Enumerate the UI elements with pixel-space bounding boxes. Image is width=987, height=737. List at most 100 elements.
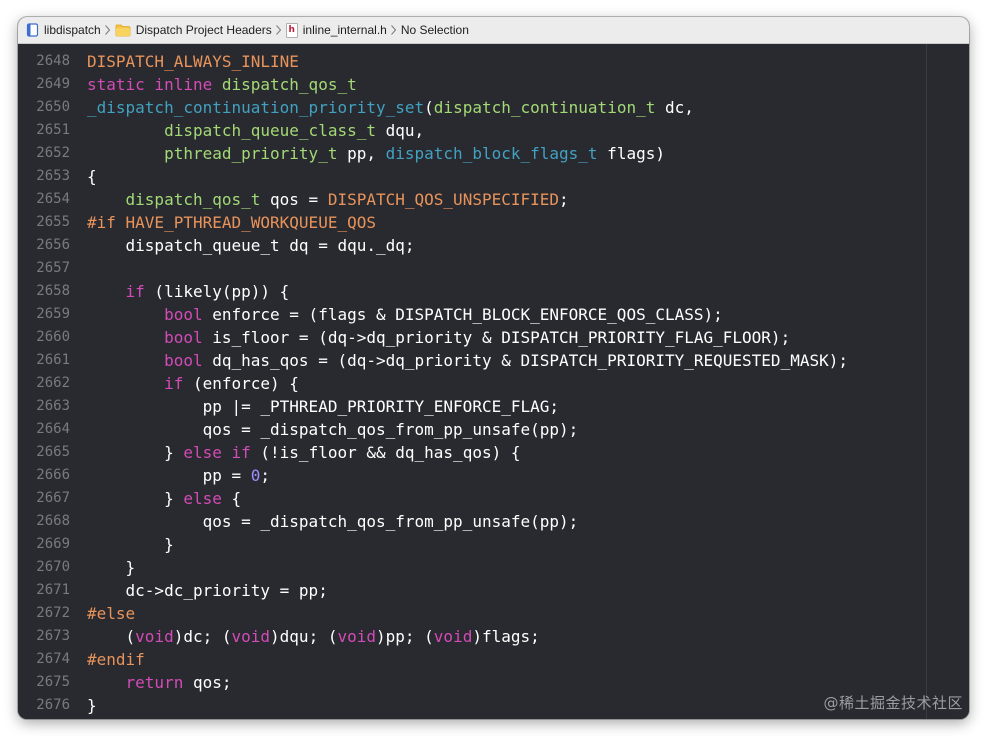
code-line[interactable]: 2660 bool is_floor = (dq->dq_priority & … [18, 326, 848, 349]
code-token: } [87, 535, 174, 554]
code-token: void [135, 627, 174, 646]
code-line[interactable]: 2666 pp = 0; [18, 464, 848, 487]
code-token: DISPATCH_QOS_UNSPECIFIED [327, 190, 560, 209]
jumpbar-item-group[interactable]: Dispatch Project Headers [115, 23, 272, 37]
line-number: 2676 [36, 697, 70, 713]
code-line[interactable]: 2668 qos = _dispatch_qos_from_pp_unsafe(… [18, 510, 848, 533]
jumpbar-item-label: Dispatch Project Headers [135, 23, 272, 37]
chevron-right-icon [104, 25, 110, 35]
code-token: dispatch_queue_t dq = dqu._dq; [87, 236, 415, 255]
code-text: pp = 0; [70, 464, 270, 487]
line-number: 2672 [36, 605, 70, 621]
code-line[interactable]: 2675 return qos; [18, 671, 848, 694]
code-line[interactable]: 2652 pthread_priority_t pp, dispatch_blo… [18, 142, 848, 165]
code-line[interactable]: 2649 static inline dispatch_qos_t [18, 73, 848, 96]
code-token: qos = [260, 190, 328, 209]
line-number: 2667 [36, 490, 70, 506]
code-token: pp, [337, 144, 386, 163]
code-line[interactable]: 2658 if (likely(pp)) { [18, 280, 848, 303]
code-line[interactable]: 2661 bool dq_has_qos = (dq->dq_priority … [18, 349, 848, 372]
code-token: { [221, 489, 242, 508]
line-number: 2663 [36, 398, 70, 414]
code-line[interactable]: 2664 qos = _dispatch_qos_from_pp_unsafe(… [18, 418, 848, 441]
code-token: is_floor = (dq->dq_priority & DISPATCH_P… [202, 328, 791, 347]
code-token: if [125, 282, 145, 301]
code-line[interactable]: 2655 #if HAVE_PTHREAD_WORKQUEUE_QOS [18, 211, 848, 234]
code-token: return [125, 673, 184, 692]
code-line[interactable]: 2659 bool enforce = (flags & DISPATCH_BL… [18, 303, 848, 326]
code-token: enforce = (flags & DISPATCH_BLOCK_ENFORC… [202, 305, 723, 324]
xcode-window: libdispatch Dispatch Project Headers h i… [18, 17, 969, 719]
line-number: 2668 [36, 513, 70, 529]
code-token: )pp; ( [376, 627, 434, 646]
line-number: 2670 [36, 559, 70, 575]
code-token: dispatch_block_flags_t [385, 144, 598, 163]
code-token: ; [559, 190, 569, 209]
code-text: #if HAVE_PTHREAD_WORKQUEUE_QOS [70, 211, 376, 234]
code-line[interactable]: 2671 dc->dc_priority = pp; [18, 579, 848, 602]
code-text: dispatch_queue_t dq = dqu._dq; [70, 234, 415, 257]
code-text: if (likely(pp)) { [70, 280, 290, 303]
jumpbar-item-selection[interactable]: No Selection [401, 23, 469, 37]
line-number: 2669 [36, 536, 70, 552]
code-text: { [70, 165, 97, 188]
code-line[interactable]: 2669 } [18, 533, 848, 556]
line-number: 2665 [36, 444, 70, 460]
code-line[interactable]: 2648 DISPATCH_ALWAYS_INLINE [18, 50, 848, 73]
code-token: )flags; [472, 627, 540, 646]
code-line[interactable]: 2656 dispatch_queue_t dq = dqu._dq; [18, 234, 848, 257]
code-text: dispatch_queue_class_t dqu, [70, 119, 424, 142]
code-token: #endif [87, 650, 145, 669]
line-number: 2651 [36, 122, 70, 138]
code-line[interactable]: 2670 } [18, 556, 848, 579]
code-text: #else [70, 602, 135, 625]
code-text: } else if (!is_floor && dq_has_qos) { [70, 441, 520, 464]
header-file-glyph: h [285, 22, 298, 38]
code-line[interactable]: 2657 [18, 257, 848, 280]
code-line[interactable]: 2662 if (enforce) { [18, 372, 848, 395]
code-text: qos = _dispatch_qos_from_pp_unsafe(pp); [70, 510, 579, 533]
code-token: } [87, 489, 184, 508]
code-line[interactable]: 2676} [18, 694, 848, 717]
jumpbar-item-project[interactable]: libdispatch [26, 23, 101, 37]
code-line[interactable]: 2650 _dispatch_continuation_priority_set(… [18, 96, 848, 119]
code-token: dispatch_qos_t [221, 75, 357, 94]
code-token: ; [260, 466, 271, 485]
code-line[interactable]: 2654 dispatch_qos_t qos = DISPATCH_QOS_U… [18, 188, 848, 211]
code-token: )dqu; ( [270, 627, 338, 646]
line-number: 2648 [36, 53, 70, 69]
code-text: if (enforce) { [70, 372, 299, 395]
code-line[interactable]: 2674 #endif [18, 648, 848, 671]
source-editor[interactable]: 2648 DISPATCH_ALWAYS_INLINE 2649 static inl… [18, 44, 969, 719]
code-token: dqu, [375, 121, 425, 140]
code-line[interactable]: 2663 pp |= _PTHREAD_PRIORITY_ENFORCE_FLA… [18, 395, 848, 418]
code-text: } else { [70, 487, 241, 510]
jumpbar-item-file[interactable]: h inline_internal.h [285, 22, 387, 38]
code-line[interactable]: 2651 dispatch_queue_class_t dqu, [18, 119, 848, 142]
code-line[interactable]: 2653 { [18, 165, 848, 188]
code-text: dispatch_qos_t qos = DISPATCH_QOS_UNSPEC… [70, 188, 569, 211]
code-line[interactable]: 2673 (void)dc; (void)dqu; (void)pp; (voi… [18, 625, 848, 648]
code-text: #endif [70, 648, 145, 671]
line-number: 2673 [36, 628, 70, 644]
code-text: DISPATCH_ALWAYS_INLINE [70, 50, 299, 73]
code-line[interactable]: 2672 #else [18, 602, 848, 625]
folder-icon [115, 24, 131, 37]
line-number: 2658 [36, 283, 70, 299]
code-line[interactable]: 2667 } else { [18, 487, 848, 510]
chevron-right-icon [275, 25, 281, 35]
code-token: else if [183, 443, 251, 462]
code-lines: 2648 DISPATCH_ALWAYS_INLINE 2649 static inl… [18, 50, 848, 717]
code-text: bool enforce = (flags & DISPATCH_BLOCK_E… [70, 303, 723, 326]
code-text: _dispatch_continuation_priority_set(disp… [70, 96, 694, 119]
code-line[interactable]: 2665 } else if (!is_floor && dq_has_qos)… [18, 441, 848, 464]
code-text: qos = _dispatch_qos_from_pp_unsafe(pp); [70, 418, 579, 441]
project-icon [26, 23, 39, 37]
